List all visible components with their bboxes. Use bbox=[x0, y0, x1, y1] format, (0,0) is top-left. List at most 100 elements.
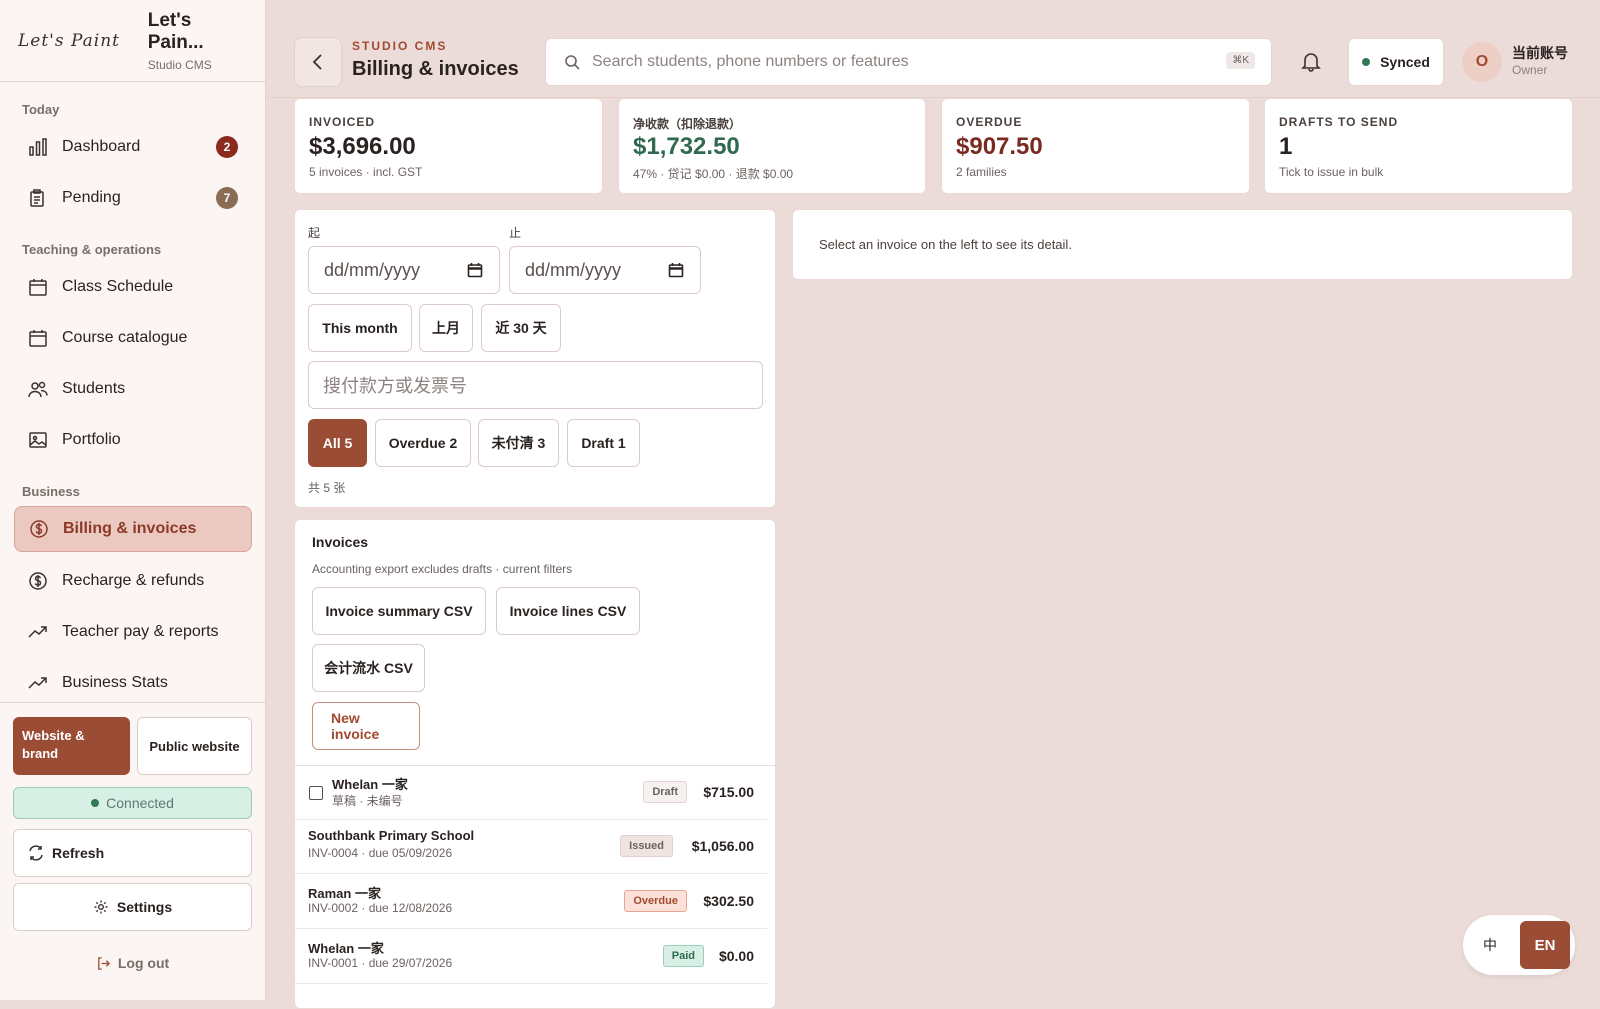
calendar-icon[interactable] bbox=[467, 262, 483, 278]
pending-badge: 7 bbox=[216, 187, 238, 209]
range-last-month[interactable]: 上月 bbox=[419, 304, 473, 352]
sidebar: Let's Paint Let's Pain... Studio CMS Tod… bbox=[0, 0, 266, 1000]
clipboard-icon bbox=[28, 188, 48, 208]
trend-icon bbox=[28, 622, 48, 642]
invoice-search-placeholder: 搜付款方或发票号 bbox=[323, 376, 467, 396]
sidebar-item-label: Course catalogue bbox=[62, 329, 188, 346]
stat-sub: 47% · 贷记 $0.00 · 退款 $0.00 bbox=[633, 167, 794, 181]
table-row[interactable]: Whelan 一家 INV-0001 · due 29/07/2026 Paid… bbox=[295, 930, 767, 984]
dollar-icon bbox=[29, 519, 49, 539]
stat-card-drafts: DRAFTS TO SEND 1 Tick to issue in bulk bbox=[1264, 98, 1573, 194]
sync-status[interactable]: Synced bbox=[1348, 38, 1444, 86]
language-en-button[interactable]: EN bbox=[1520, 921, 1570, 969]
website-brand-button[interactable]: Website & brand bbox=[13, 717, 130, 775]
back-button[interactable] bbox=[294, 37, 342, 87]
sidebar-item-label: Recharge & refunds bbox=[62, 572, 205, 589]
stat-card-overdue: OVERDUE $907.50 2 families bbox=[941, 98, 1250, 194]
row-checkbox[interactable] bbox=[309, 786, 323, 800]
row-payer: Southbank Primary School bbox=[308, 828, 475, 843]
table-row[interactable]: Southbank Primary School INV-0004 · due … bbox=[295, 820, 767, 874]
sidebar-item-teacher-pay[interactable]: Teacher pay & reports bbox=[14, 609, 252, 655]
global-search-input[interactable]: Search students, phone numbers or featur… bbox=[545, 38, 1272, 86]
sidebar-item-class-schedule[interactable]: Class Schedule bbox=[14, 264, 252, 310]
calendar-icon[interactable] bbox=[668, 262, 684, 278]
refresh-icon bbox=[28, 845, 44, 861]
row-payer: Raman 一家 bbox=[308, 886, 381, 901]
status-filter-unpaid[interactable]: 未付清 3 bbox=[478, 419, 559, 467]
invoice-search-input[interactable]: 搜付款方或发票号 bbox=[308, 361, 763, 409]
trend-icon bbox=[28, 673, 48, 693]
sidebar-item-label: Class Schedule bbox=[62, 278, 174, 295]
refresh-button[interactable]: Refresh bbox=[13, 829, 252, 877]
status-dot bbox=[1362, 58, 1371, 66]
export-invoice-lines-button[interactable]: Invoice lines CSV bbox=[496, 587, 640, 635]
sidebar-item-business-stats[interactable]: Business Stats bbox=[14, 660, 252, 706]
nav-section-business: Business bbox=[22, 484, 80, 499]
brand-logo: Let's Paint bbox=[18, 30, 121, 51]
from-date-placeholder: dd/mm/yyyy bbox=[324, 259, 421, 280]
public-website-button[interactable]: Public website bbox=[137, 717, 252, 775]
stat-value: $1,732.50 bbox=[633, 133, 740, 160]
status-filter-all[interactable]: All 5 bbox=[308, 419, 367, 467]
bell-icon[interactable] bbox=[1300, 50, 1326, 76]
page-title: Billing & invoices bbox=[352, 58, 519, 80]
refresh-label: Refresh bbox=[52, 845, 105, 861]
stat-value: $3,696.00 bbox=[309, 133, 416, 160]
to-date-placeholder: dd/mm/yyyy bbox=[525, 259, 622, 280]
sidebar-item-recharge[interactable]: Recharge & refunds bbox=[14, 558, 252, 604]
sidebar-footer: Website & brand Public website Connected… bbox=[0, 702, 266, 1000]
users-icon bbox=[28, 379, 48, 399]
status-filter-overdue[interactable]: Overdue 2 bbox=[375, 419, 471, 467]
logout-icon bbox=[96, 956, 111, 971]
invoices-title: Invoices bbox=[312, 534, 369, 550]
status-filter-draft[interactable]: Draft 1 bbox=[567, 419, 640, 467]
row-amount: $0.00 bbox=[718, 948, 754, 964]
logout-button[interactable]: Log out bbox=[13, 951, 252, 975]
from-date-label: 起 bbox=[308, 226, 321, 240]
sidebar-item-label: Business Stats bbox=[62, 674, 168, 691]
invoice-detail-panel: Select an invoice on the left to see its… bbox=[792, 209, 1573, 280]
settings-button[interactable]: Settings bbox=[13, 883, 252, 931]
sidebar-item-pending[interactable]: Pending 7 bbox=[14, 175, 252, 221]
row-meta: 草稿 · 未编号 bbox=[332, 794, 403, 808]
nav-section-teaching: Teaching & operations bbox=[22, 242, 162, 257]
account-name: 当前账号 bbox=[1512, 45, 1568, 61]
row-amount: $1,056.00 bbox=[691, 838, 754, 854]
row-payer: Whelan 一家 bbox=[332, 777, 408, 792]
row-meta: INV-0004 · due 05/09/2026 bbox=[308, 846, 453, 860]
sidebar-item-course-catalogue[interactable]: Course catalogue bbox=[14, 315, 252, 361]
table-row[interactable]: Raman 一家 INV-0002 · due 12/08/2026 Overd… bbox=[295, 875, 767, 929]
dashboard-badge: 2 bbox=[216, 136, 238, 158]
table-row[interactable]: Whelan 一家 草稿 · 未编号 Draft $715.00 bbox=[295, 766, 767, 820]
range-last-30-days[interactable]: 近 30 天 bbox=[481, 304, 561, 352]
invoices-panel: Invoices Accounting export excludes draf… bbox=[294, 519, 776, 1009]
brand-subtitle: Studio CMS bbox=[147, 57, 212, 72]
sidebar-item-portfolio[interactable]: Portfolio bbox=[14, 417, 252, 463]
chevron-left-icon bbox=[311, 53, 325, 71]
status-badge: Issued bbox=[620, 835, 673, 857]
range-this-month[interactable]: This month bbox=[308, 304, 412, 352]
stat-sub: Tick to issue in bulk bbox=[1279, 165, 1384, 179]
sidebar-item-students[interactable]: Students bbox=[14, 366, 252, 412]
stat-value: 1 bbox=[1279, 133, 1293, 160]
stat-label: DRAFTS TO SEND bbox=[1279, 115, 1399, 129]
sidebar-item-billing[interactable]: Billing & invoices bbox=[14, 506, 252, 552]
connection-label: Connected bbox=[106, 795, 174, 811]
language-zh-button[interactable]: 中 bbox=[1483, 935, 1497, 955]
row-meta: INV-0001 · due 29/07/2026 bbox=[308, 956, 453, 970]
calendar-icon bbox=[28, 277, 48, 297]
sidebar-item-label: Dashboard bbox=[62, 138, 141, 155]
export-note: Accounting export excludes drafts · curr… bbox=[312, 562, 573, 576]
from-date-input[interactable]: dd/mm/yyyy bbox=[308, 246, 500, 294]
sidebar-item-label: Billing & invoices bbox=[63, 520, 197, 537]
avatar[interactable]: O bbox=[1462, 42, 1502, 82]
stat-sub: 5 invoices · incl. GST bbox=[309, 165, 423, 179]
export-invoice-summary-button[interactable]: Invoice summary CSV bbox=[312, 587, 486, 635]
to-date-input[interactable]: dd/mm/yyyy bbox=[509, 246, 701, 294]
stat-card-invoiced: INVOICED $3,696.00 5 invoices · incl. GS… bbox=[294, 98, 603, 194]
sidebar-item-label: Students bbox=[62, 380, 126, 397]
row-amount: $715.00 bbox=[703, 784, 754, 800]
sidebar-item-dashboard[interactable]: Dashboard 2 bbox=[14, 124, 252, 170]
new-invoice-button[interactable]: New invoice bbox=[312, 702, 420, 750]
export-accounting-button[interactable]: 会计流水 CSV bbox=[312, 644, 425, 692]
